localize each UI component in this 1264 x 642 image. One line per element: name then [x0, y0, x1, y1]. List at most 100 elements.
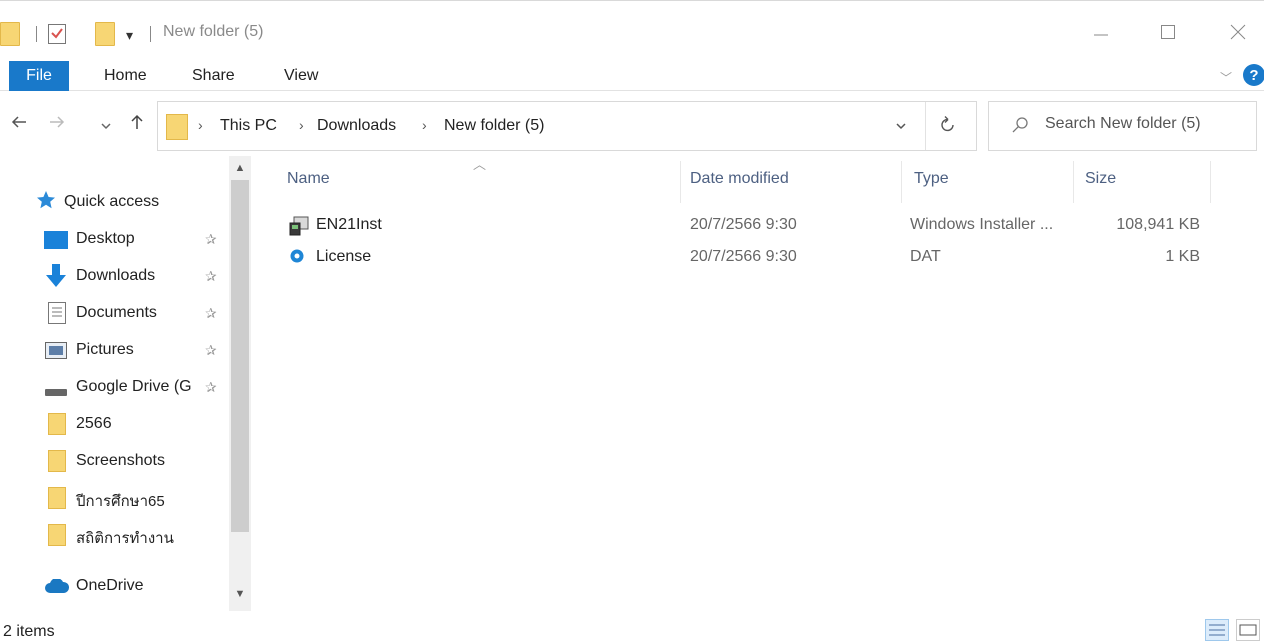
file-date: 20/7/2566 9:30 [690, 248, 797, 265]
sidebar-item-label: สถิติการทำงาน [76, 530, 174, 547]
breadcrumb-separator-icon[interactable]: › [299, 117, 304, 133]
pin-icon[interactable]: ✰ [205, 379, 217, 396]
navigation-pane: Quick access Desktop ✰ Downloads ✰ Docum… [0, 156, 255, 611]
address-dropdown-chevron-icon[interactable] [895, 119, 907, 135]
file-explorer-window: ▾ New folder (5) File Home Share View ﹀ … [0, 0, 1264, 642]
back-arrow-icon[interactable] [10, 113, 28, 136]
column-divider[interactable] [1073, 161, 1074, 203]
drive-icon [45, 384, 67, 402]
sidebar-item-downloads[interactable]: Downloads ✰ [0, 259, 228, 293]
star-icon [36, 190, 56, 215]
maximize-button[interactable] [1148, 17, 1188, 47]
tab-view[interactable]: View [284, 67, 318, 85]
file-row-en21inst[interactable]: EN21Inst 20/7/2566 9:30 Windows Installe… [258, 210, 1264, 240]
tab-home[interactable]: Home [104, 67, 147, 85]
quick-access-dropdown[interactable]: ▾ [126, 27, 133, 44]
sidebar-item-label: Documents [76, 304, 157, 321]
help-icon[interactable]: ? [1243, 64, 1264, 86]
sidebar-item-label: Quick access [64, 193, 160, 210]
sidebar-item-label: ปีการศึกษา65 [76, 493, 165, 510]
sidebar-item-google-drive[interactable]: Google Drive (G ✰ [0, 370, 228, 404]
column-divider[interactable] [1210, 161, 1211, 203]
search-box[interactable] [988, 101, 1257, 151]
column-header-date-modified[interactable]: Date modified [690, 170, 789, 188]
recent-locations-chevron-icon[interactable] [100, 116, 112, 137]
dat-file-icon [290, 249, 304, 268]
expand-ribbon-chevron-icon[interactable]: ﹀ [1220, 69, 1232, 86]
scroll-thumb[interactable] [231, 180, 249, 532]
large-icons-view-button[interactable] [1236, 619, 1260, 641]
scroll-down-arrow-icon[interactable]: ▼ [229, 588, 251, 600]
file-type: DAT [910, 248, 941, 265]
pin-icon[interactable]: ✰ [205, 231, 217, 248]
close-button[interactable] [1218, 17, 1258, 47]
sidebar-scrollbar[interactable]: ▲ ▼ [229, 156, 251, 611]
refresh-icon[interactable] [939, 114, 957, 139]
tab-file[interactable]: File [9, 61, 69, 91]
sort-up-chevron-icon: ︿ [473, 157, 487, 172]
file-date: 20/7/2566 9:30 [690, 216, 797, 233]
column-header-size[interactable]: Size [1085, 170, 1116, 188]
minimize-icon [1094, 34, 1108, 36]
details-view-button[interactable] [1205, 619, 1229, 641]
tab-share[interactable]: Share [192, 67, 235, 85]
sidebar-item-label: Downloads [76, 267, 156, 284]
close-icon [1230, 24, 1246, 40]
breadcrumb-this-pc[interactable]: This PC [220, 117, 277, 135]
minimize-button[interactable] [1081, 17, 1121, 47]
breadcrumb-current-folder[interactable]: New folder (5) [444, 117, 544, 135]
column-divider[interactable] [680, 161, 681, 203]
pin-icon[interactable]: ✰ [205, 268, 217, 285]
sidebar-item-2566[interactable]: 2566 [0, 407, 228, 441]
folder-icon [166, 114, 188, 140]
breadcrumb-downloads[interactable]: Downloads [317, 117, 396, 135]
item-count: 2 items [3, 623, 55, 640]
file-row-license[interactable]: License 20/7/2566 9:30 DAT 1 KB [258, 242, 1264, 272]
maximize-icon [1161, 25, 1175, 39]
status-bar: 2 items [0, 613, 1264, 642]
file-type: Windows Installer ... [910, 216, 1054, 233]
sidebar-item-quick-access[interactable]: Quick access [0, 185, 228, 219]
sidebar-item-screenshots[interactable]: Screenshots [0, 444, 228, 478]
sidebar-item-label: Pictures [76, 341, 134, 358]
pin-icon[interactable]: ✰ [205, 305, 217, 322]
sidebar-item-pictures[interactable]: Pictures ✰ [0, 333, 228, 367]
sidebar-item-label: OneDrive [76, 577, 144, 594]
pin-icon[interactable]: ✰ [205, 342, 217, 359]
scroll-up-arrow-icon[interactable]: ▲ [229, 162, 251, 174]
forward-arrow-icon[interactable] [48, 113, 66, 136]
sidebar-item-folder-thai-2[interactable]: สถิติการทำงาน [0, 518, 228, 552]
desktop-icon [44, 231, 68, 254]
documents-icon [48, 302, 66, 329]
folder-icon [48, 487, 66, 509]
file-size: 108,941 KB [1116, 216, 1200, 233]
column-header-type[interactable]: Type [914, 170, 949, 188]
divider [36, 26, 37, 42]
folder-icon [48, 450, 66, 472]
new-folder-icon[interactable] [95, 22, 115, 46]
breadcrumb-separator-icon[interactable]: › [422, 117, 427, 133]
sidebar-item-folder-thai-1[interactable]: ปีการศึกษา65 [0, 481, 228, 515]
window-title: New folder (5) [163, 23, 264, 40]
sidebar-item-desktop[interactable]: Desktop ✰ [0, 222, 228, 256]
address-bar[interactable]: › This PC › Downloads › New folder (5) [157, 101, 977, 151]
up-arrow-icon[interactable] [128, 113, 146, 136]
column-header-name[interactable]: Name [287, 170, 330, 188]
folder-icon [0, 22, 20, 46]
divider [925, 102, 926, 150]
properties-checkmark-icon[interactable] [48, 24, 66, 44]
title-bar: ▾ New folder (5) [0, 1, 1264, 61]
breadcrumb-separator-icon[interactable]: › [198, 117, 203, 133]
column-divider[interactable] [901, 161, 902, 203]
file-list: ︿ Name Date modified Type Size EN21Inst … [258, 156, 1264, 611]
folder-icon [48, 413, 66, 435]
sidebar-item-documents[interactable]: Documents ✰ [0, 296, 228, 330]
file-name: EN21Inst [316, 216, 382, 233]
details-view-icon [1209, 624, 1225, 636]
large-icons-view-icon [1239, 624, 1257, 636]
sidebar-item-onedrive[interactable]: OneDrive [0, 569, 228, 603]
installer-icon [288, 215, 310, 242]
search-input[interactable] [1045, 115, 1245, 133]
pictures-icon [45, 342, 67, 364]
sidebar-item-label: Google Drive (G [76, 378, 192, 395]
